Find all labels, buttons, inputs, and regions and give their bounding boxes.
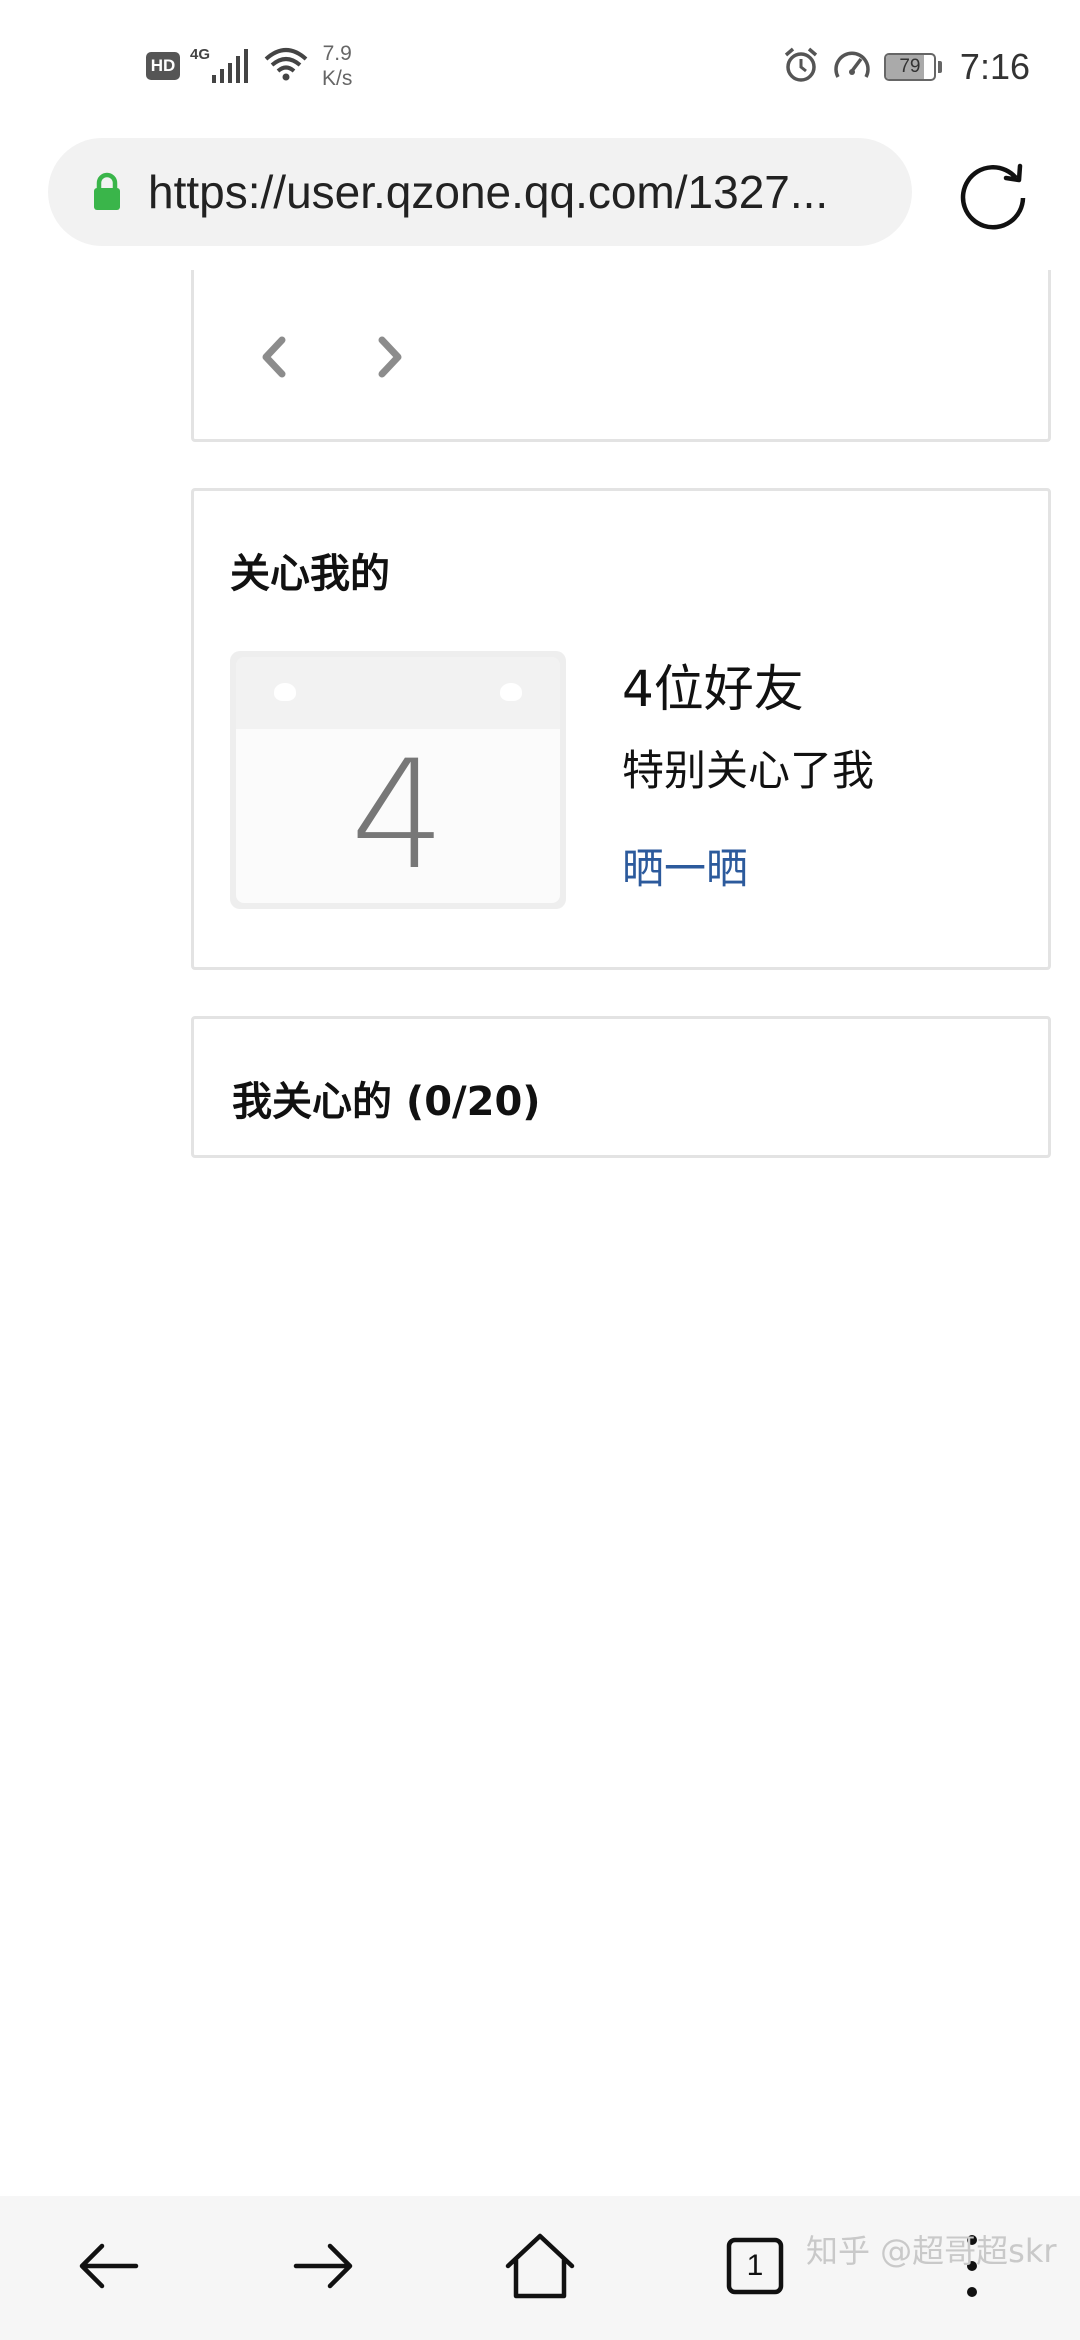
- my-care-card[interactable]: 我关心的 (0/20): [191, 1016, 1051, 1158]
- chevron-right-icon[interactable]: [370, 332, 410, 382]
- tabs-icon[interactable]: 1: [715, 2226, 795, 2306]
- network-speed: 7.9 K/s: [322, 41, 352, 91]
- speed-unit: K/s: [322, 67, 353, 90]
- watermark: 知乎 @超哥超skr: [806, 2232, 1057, 2270]
- calendar-ring: [274, 683, 296, 701]
- battery-cap: [937, 61, 942, 73]
- battery-level: 79: [899, 56, 921, 77]
- signal-icon: [212, 49, 249, 83]
- calendar-ring: [500, 683, 522, 701]
- forward-arrow-icon[interactable]: [284, 2226, 364, 2306]
- battery-icon: 79: [883, 53, 942, 81]
- reload-icon[interactable]: [956, 156, 1032, 232]
- chevron-left-icon[interactable]: [254, 332, 294, 382]
- url-text[interactable]: https://user.qzone.qq.com/1327...: [148, 165, 888, 219]
- lock-icon[interactable]: [92, 172, 122, 212]
- network-type: 4G: [190, 45, 211, 63]
- address-bar[interactable]: https://user.qzone.qq.com/1327...: [48, 138, 912, 246]
- friend-count: 4位好友: [622, 660, 804, 718]
- speed-icon: [832, 47, 872, 87]
- speed-value: 7.9: [322, 42, 352, 65]
- clock: 7:16: [959, 46, 1030, 87]
- hd-badge: HD: [146, 52, 180, 80]
- status-right: 79 7:16: [782, 42, 1030, 92]
- calendar-number: 4: [350, 729, 446, 903]
- card-title: 关心我的: [230, 551, 390, 597]
- home-icon[interactable]: [500, 2226, 580, 2306]
- tab-count: 1: [746, 2249, 764, 2282]
- back-arrow-icon[interactable]: [68, 2226, 148, 2306]
- care-description: 特别关心了我: [622, 746, 875, 795]
- show-off-link[interactable]: 晒一晒: [622, 835, 748, 896]
- calendar-icon: 4: [230, 651, 566, 909]
- status-bar: HD 4G 7.9 K/s 79 7:16: [0, 0, 1080, 132]
- photo-pager-card: [191, 270, 1051, 442]
- calendar-body: 4: [236, 729, 560, 903]
- care-me-card: 关心我的 4 4位好友 特别关心了我 晒一晒: [191, 488, 1051, 970]
- my-care-title[interactable]: 我关心的 (0/20): [232, 1069, 541, 1127]
- calendar-header: [236, 657, 560, 729]
- battery-body: 79: [883, 53, 936, 81]
- wifi-icon: [264, 47, 308, 85]
- alarm-icon: [782, 46, 820, 88]
- status-left: HD 4G 7.9 K/s: [146, 38, 352, 94]
